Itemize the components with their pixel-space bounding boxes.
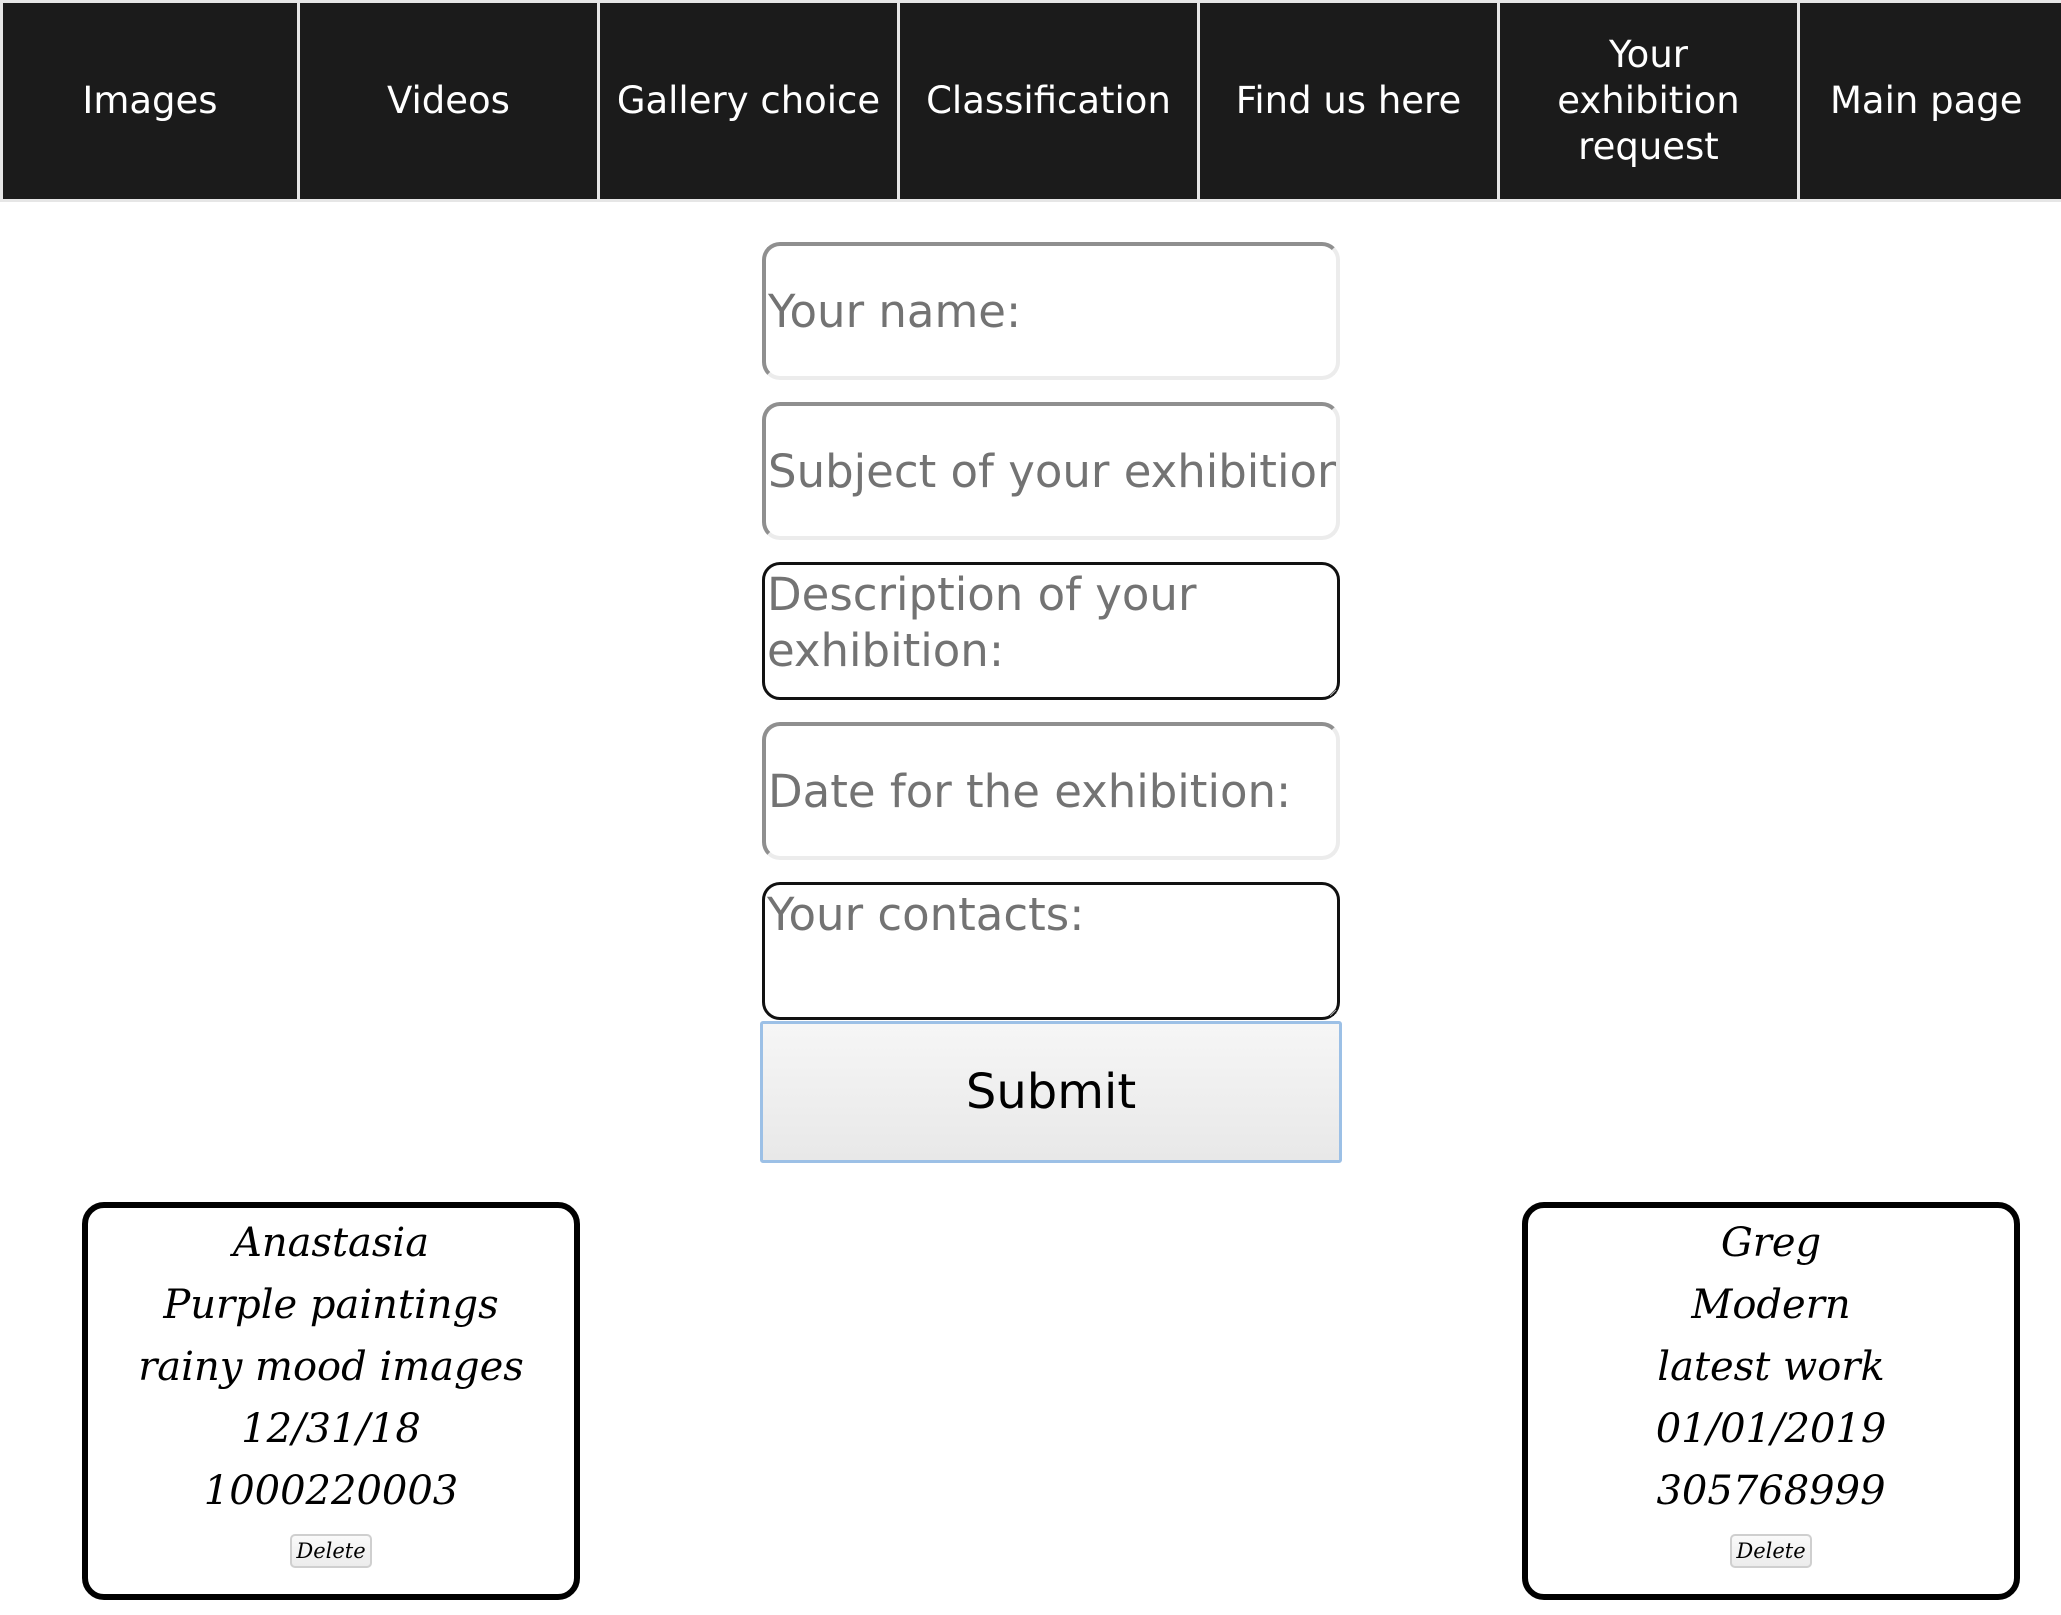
- nav-item-videos[interactable]: Videos: [300, 0, 600, 202]
- request-card-anastasia: Anastasia Purple paintings rainy mood im…: [82, 1202, 580, 1600]
- contacts-textarea[interactable]: [762, 882, 1340, 1020]
- request-contacts: 1000220003: [203, 1468, 459, 1514]
- request-description: latest work: [1657, 1344, 1885, 1390]
- nav-item-images[interactable]: Images: [0, 0, 300, 202]
- request-name: Anastasia: [232, 1220, 430, 1266]
- nav-item-gallery-choice[interactable]: Gallery choice: [600, 0, 900, 202]
- request-card-greg: Greg Modern latest work 01/01/2019 30576…: [1522, 1202, 2020, 1600]
- delete-request-button[interactable]: Delete: [290, 1534, 372, 1568]
- main-navigation: Images Videos Gallery choice Classificat…: [0, 0, 2061, 202]
- request-contacts: 305768999: [1656, 1468, 1886, 1514]
- request-name: Greg: [1720, 1220, 1822, 1266]
- date-input[interactable]: [762, 722, 1340, 860]
- request-subject: Modern: [1691, 1282, 1851, 1328]
- delete-request-button[interactable]: Delete: [1730, 1534, 1812, 1568]
- nav-item-exhibition-request[interactable]: Your exhibition request: [1500, 0, 1800, 202]
- nav-item-main-page[interactable]: Main page: [1800, 0, 2061, 202]
- submit-button[interactable]: Submit: [760, 1021, 1342, 1163]
- subject-input[interactable]: [762, 402, 1340, 540]
- request-subject: Purple paintings: [163, 1282, 499, 1328]
- request-description: rainy mood images: [138, 1344, 524, 1390]
- request-date: 12/31/18: [241, 1406, 421, 1452]
- request-date: 01/01/2019: [1655, 1406, 1887, 1452]
- nav-item-classification[interactable]: Classification: [900, 0, 1200, 202]
- name-input[interactable]: [762, 242, 1340, 380]
- description-textarea[interactable]: [762, 562, 1340, 700]
- nav-item-find-us-here[interactable]: Find us here: [1200, 0, 1500, 202]
